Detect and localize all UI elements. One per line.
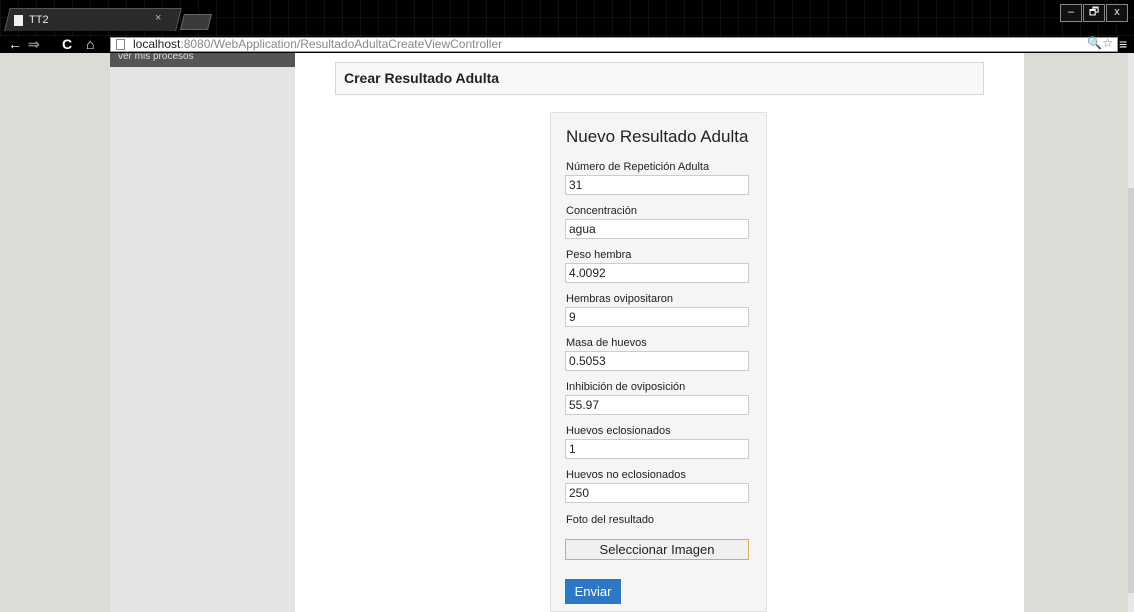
submit-button[interactable]: Enviar — [565, 579, 621, 604]
home-icon[interactable]: ⌂ — [86, 36, 94, 52]
repeticion-input[interactable] — [565, 175, 749, 195]
close-window-icon[interactable]: x — [1106, 4, 1128, 22]
page-icon — [14, 14, 23, 26]
browser-tab-content[interactable]: TT2 — [14, 10, 49, 30]
hembras-ovipositaron-input[interactable] — [565, 307, 749, 327]
field-label-repeticion: Número de Repetición Adulta — [566, 161, 710, 173]
page-title: Crear Resultado Adulta — [344, 70, 500, 86]
back-icon[interactable]: ← — [8, 36, 22, 52]
minimize-icon[interactable]: – — [1060, 4, 1082, 22]
restore-icon[interactable]: 🗗 — [1083, 4, 1105, 22]
browser-toolbar: ← ⇒ C ⌂ localhost:8080/WebApplication/Re… — [0, 36, 1134, 53]
huevos-no-eclosionados-input[interactable] — [565, 483, 749, 503]
page-icon — [116, 39, 125, 50]
photo-label: Foto del resultado — [566, 514, 655, 526]
tab-title: TT2 — [29, 14, 49, 26]
scrollbar[interactable] — [1128, 53, 1134, 612]
forward-icon[interactable]: ⇒ — [28, 36, 40, 53]
masa-huevos-input[interactable] — [565, 351, 749, 371]
field-label-huevos-no-eclosionados: Huevos no eclosionados — [566, 469, 686, 481]
create-form: Nuevo Resultado Adulta Número de Repetic… — [550, 112, 767, 612]
field-label-masa-huevos: Masa de huevos — [566, 337, 647, 349]
peso-hembra-input[interactable] — [565, 263, 749, 283]
field-label-inhibicion: Inhibición de oviposición — [566, 381, 686, 393]
field-label-huevos-eclosionados: Huevos eclosionados — [566, 425, 671, 437]
reload-icon[interactable]: C — [62, 36, 72, 52]
huevos-eclosionados-input[interactable] — [565, 439, 749, 459]
select-image-button[interactable]: Seleccionar Imagen — [565, 539, 749, 560]
page-header: Crear Resultado Adulta — [335, 62, 984, 95]
address-bar[interactable]: localhost:8080/WebApplication/ResultadoA… — [110, 37, 1118, 52]
new-tab-button[interactable] — [180, 14, 212, 30]
field-label-concentracion: Concentración — [566, 205, 637, 217]
url-path: :8080/WebApplication/ResultadoAdultaCrea… — [180, 37, 503, 51]
tab-close-icon[interactable]: × — [155, 12, 161, 24]
inhibicion-input[interactable] — [565, 395, 749, 415]
zoom-star-icons[interactable]: 🔍☆ — [1087, 37, 1113, 50]
sidebar-top-item[interactable]: ver mis procesos — [110, 53, 295, 67]
left-panel: ver mis procesos — [110, 53, 295, 612]
menu-icon[interactable]: ≡ — [1119, 37, 1131, 53]
field-label-hembras-ovipositaron: Hembras ovipositaron — [566, 293, 673, 305]
window-controls: – 🗗 x — [1060, 4, 1128, 22]
scrollbar-thumb[interactable] — [1128, 188, 1134, 593]
browser-tab-strip: TT2 × – 🗗 x — [0, 0, 1134, 37]
concentracion-input[interactable] — [565, 219, 749, 239]
url-host: localhost — [133, 37, 181, 51]
form-title: Nuevo Resultado Adulta — [566, 127, 749, 146]
field-label-peso-hembra: Peso hembra — [566, 249, 632, 261]
